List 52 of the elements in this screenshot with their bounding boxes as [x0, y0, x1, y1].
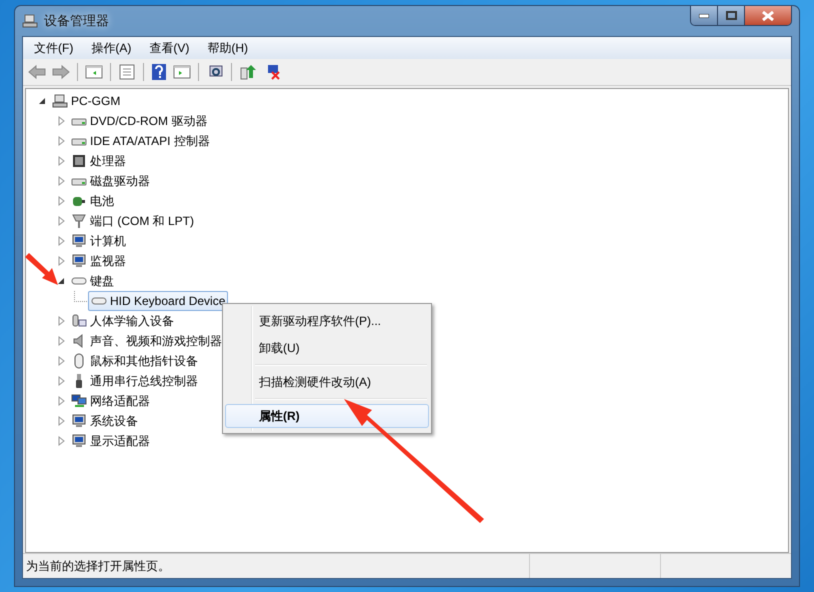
tree-item[interactable]: 磁盘驱动器 [68, 170, 153, 192]
back-arrow-icon[interactable] [28, 64, 46, 80]
monitor-icon [71, 413, 87, 429]
tree-item[interactable]: PC-GGM [49, 91, 124, 111]
menu-item[interactable]: 查看(V) [140, 38, 198, 58]
menu-item[interactable]: 卸载(U) [225, 336, 429, 360]
tree-item[interactable]: 网络适配器 [68, 390, 153, 412]
tree-item[interactable]: 鼠标和其他指针设备 [68, 350, 201, 372]
menu-item[interactable]: 更新驱动程序软件(P)... [225, 309, 429, 333]
tree-item[interactable]: 监视器 [68, 250, 129, 272]
tree-item[interactable]: 人体学输入设备 [68, 310, 177, 332]
tree-item[interactable]: 端口 (COM 和 LPT) [68, 210, 197, 232]
connector-icon [71, 213, 87, 229]
annotation-arrow [25, 253, 58, 285]
update-icon[interactable] [239, 64, 257, 80]
tree-item[interactable]: IDE ATA/ATAPI 控制器 [68, 130, 213, 152]
monitor-icon [71, 253, 87, 269]
menu-item[interactable]: 帮助(H) [198, 38, 257, 58]
menu-item[interactable]: 扫描检测硬件改动(A) [225, 370, 429, 394]
computer-icon [22, 13, 38, 29]
help-icon[interactable] [151, 63, 167, 81]
panel-icon[interactable] [85, 64, 103, 80]
forward-arrow-icon[interactable] [52, 64, 70, 80]
chip-icon [71, 153, 87, 169]
tree-item[interactable]: HID Keyboard Device [88, 291, 228, 311]
menu-item[interactable]: 文件(F) [25, 38, 82, 58]
tree-item[interactable]: 通用串行总线控制器 [68, 370, 201, 392]
tree-item[interactable]: 处理器 [68, 150, 129, 172]
menu-item[interactable]: 属性(R) [225, 404, 429, 428]
computer-icon [52, 93, 68, 109]
tree-item[interactable]: DVD/CD-ROM 驱动器 [68, 110, 210, 132]
minimize-icon [699, 14, 709, 18]
tree-item[interactable]: 键盘 [68, 270, 117, 292]
document-icon[interactable] [118, 64, 136, 80]
window-title: 设备管理器 [44, 12, 110, 30]
tree-item[interactable]: 计算机 [68, 230, 129, 252]
tree-item[interactable]: 系统设备 [68, 410, 141, 432]
tree-item[interactable]: 显示适配器 [68, 430, 153, 452]
close-icon [762, 10, 774, 20]
status-text: 为当前的选择打开属性页。 [25, 558, 171, 575]
device-icon [71, 313, 87, 329]
maximize-button[interactable] [718, 6, 745, 25]
monitor-icon [71, 433, 87, 449]
panel-icon[interactable] [173, 64, 191, 80]
close-button[interactable] [745, 6, 791, 25]
maximize-icon [726, 11, 736, 20]
tree-item[interactable]: 电池 [68, 190, 117, 212]
menu-item[interactable]: 操作(A) [82, 38, 140, 58]
network-icon [71, 393, 87, 409]
minimize-button[interactable] [691, 6, 718, 25]
monitor-icon [71, 233, 87, 249]
tree-item[interactable]: 声音、视频和游戏控制器 [68, 330, 225, 352]
